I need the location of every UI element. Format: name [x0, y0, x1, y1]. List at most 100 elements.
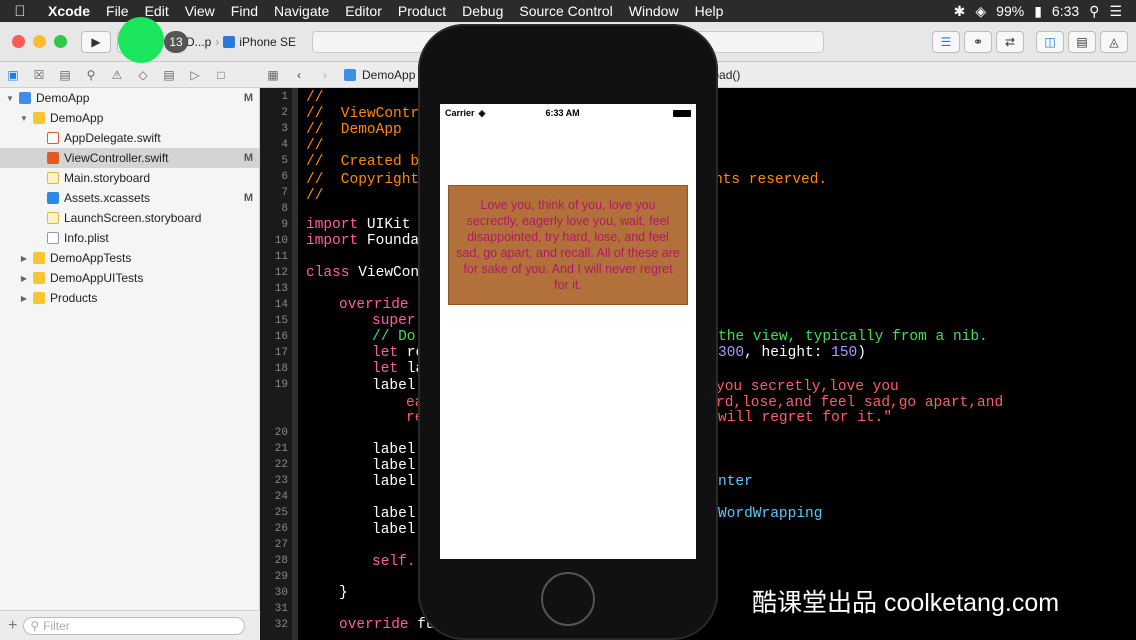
- tree-item-products-folder[interactable]: ▶ Products: [0, 288, 259, 308]
- test-navigator-icon[interactable]: ◇: [130, 68, 156, 82]
- code-line: override f: [339, 297, 426, 313]
- watermark-text: 酷课堂出品 coolketang.com: [752, 589, 1060, 617]
- code-line: // Do: [372, 329, 416, 345]
- ios-status-bar: Carrier ◈ 6:33 AM: [440, 104, 696, 122]
- code-line: super.: [372, 313, 425, 329]
- status-time: 6:33 AM: [545, 108, 580, 118]
- code-line: // ViewContr: [306, 106, 420, 122]
- menu-source-control[interactable]: Source Control: [511, 3, 620, 19]
- line-number: 31: [274, 603, 288, 615]
- add-icon[interactable]: +: [8, 617, 17, 635]
- menu-clock[interactable]: 6:33: [1052, 3, 1079, 19]
- demo-uilabel: Love you, think of you, love you secrect…: [448, 185, 688, 305]
- tree-item-uitests-folder[interactable]: ▶ DemoAppUITests: [0, 268, 259, 288]
- device-name: iPhone SE: [239, 35, 297, 49]
- disclosure-closed-icon[interactable]: ▶: [18, 254, 30, 263]
- tree-item-label: DemoAppTests: [50, 251, 132, 265]
- tree-item-demoapp-folder[interactable]: ▼ DemoApp: [0, 108, 259, 128]
- line-number: 20: [274, 427, 288, 439]
- toolbar-right-buttons: ☰ ⚭ ⇄ ◫ ▤ ◬: [932, 31, 1128, 53]
- line-number: 32: [274, 619, 288, 631]
- window-controls: [12, 35, 67, 48]
- disclosure-closed-icon[interactable]: ▶: [18, 274, 30, 283]
- battery-icon[interactable]: ▮: [1034, 3, 1042, 20]
- symbol-navigator-icon[interactable]: ▤: [52, 68, 78, 82]
- related-items-icon[interactable]: ▦: [260, 68, 286, 82]
- menu-window[interactable]: Window: [621, 3, 687, 19]
- tree-item-tests-folder[interactable]: ▶ DemoAppTests: [0, 248, 259, 268]
- line-number: 28: [274, 555, 288, 567]
- menu-find[interactable]: Find: [223, 3, 266, 19]
- menu-navigate[interactable]: Navigate: [266, 3, 337, 19]
- line-number: 21: [274, 443, 288, 455]
- line-number: 25: [274, 507, 288, 519]
- battery-icon: [673, 109, 691, 117]
- code-text: UIKit: [358, 217, 411, 233]
- code-text: ViewCont: [349, 265, 428, 281]
- line-number: 29: [274, 571, 288, 583]
- menu-help[interactable]: Help: [687, 3, 732, 19]
- debug-area-toggle-button[interactable]: ▤: [1068, 31, 1096, 53]
- minimize-window-button[interactable]: [33, 35, 46, 48]
- home-button[interactable]: [541, 572, 595, 626]
- tree-item-launchscreen[interactable]: LaunchScreen.storyboard: [0, 208, 259, 228]
- navigator-toggle-button[interactable]: ◫: [1036, 31, 1064, 53]
- assistant-editor-button[interactable]: ⚭: [964, 31, 992, 53]
- code-line: nter: [718, 474, 753, 490]
- apple-icon[interactable]: : [0, 3, 40, 20]
- project-navigator-folder-icon[interactable]: ▣: [0, 68, 26, 82]
- issue-navigator-warning-icon[interactable]: ⚠: [104, 68, 130, 82]
- version-editor-icon: ⇄: [1004, 35, 1016, 49]
- run-button[interactable]: ▶: [81, 30, 111, 53]
- menu-file[interactable]: File: [98, 3, 137, 19]
- tree-item-assets[interactable]: Assets.xcassets M: [0, 188, 259, 208]
- tree-item-main-storyboard[interactable]: Main.storyboard: [0, 168, 259, 188]
- menu-app-name[interactable]: Xcode: [40, 3, 98, 19]
- disclosure-closed-icon[interactable]: ▶: [18, 294, 30, 303]
- debug-navigator-icon[interactable]: ▤: [156, 68, 182, 82]
- source-control-navigator-icon[interactable]: ☒: [26, 68, 52, 82]
- utilities-toggle-button[interactable]: ◬: [1100, 31, 1128, 53]
- close-window-button[interactable]: [12, 35, 25, 48]
- code-line: label.: [372, 458, 425, 474]
- version-editor-button[interactable]: ⇄: [996, 31, 1024, 53]
- line-number: 6: [281, 171, 288, 183]
- line-number: 16: [274, 331, 288, 343]
- bluetooth-icon[interactable]: ✱: [954, 3, 966, 20]
- menu-product[interactable]: Product: [390, 3, 454, 19]
- scheme-name: D...p: [186, 35, 212, 49]
- find-navigator-icon[interactable]: ⚲: [78, 68, 104, 82]
- tree-item-info-plist[interactable]: Info.plist: [0, 228, 259, 248]
- notification-center-icon[interactable]: ☰: [1109, 3, 1122, 20]
- disclosure-open-icon[interactable]: ▼: [18, 114, 30, 123]
- tree-item-viewcontroller[interactable]: ViewController.swift M: [0, 148, 259, 168]
- disclosure-open-icon[interactable]: ▼: [4, 94, 16, 103]
- assistant-editor-icon: ⚭: [972, 35, 984, 49]
- play-icon: ▶: [91, 34, 101, 49]
- menu-view[interactable]: View: [177, 3, 223, 19]
- jumpbar-file[interactable]: DemoApp: [362, 68, 415, 82]
- tree-item-appdelegate[interactable]: AppDelegate.swift: [0, 128, 259, 148]
- back-chevron-icon[interactable]: ‹: [286, 68, 312, 82]
- code-text: ): [857, 345, 866, 361]
- tree-item-project[interactable]: ▼ DemoApp M: [0, 88, 259, 108]
- zoom-window-button[interactable]: [54, 35, 67, 48]
- wifi-icon[interactable]: ◈: [975, 3, 986, 20]
- spotlight-icon[interactable]: ⚲: [1089, 3, 1099, 20]
- report-navigator-icon[interactable]: □: [208, 68, 234, 82]
- forward-chevron-icon[interactable]: ›: [312, 68, 338, 82]
- line-number: 4: [281, 139, 288, 151]
- breakpoint-navigator-icon[interactable]: ▷: [182, 68, 208, 82]
- scheme-selector[interactable]: D...p › iPhone SE: [186, 31, 296, 53]
- line-number: 1: [281, 91, 288, 103]
- line-number: 10: [274, 235, 288, 247]
- filter-input[interactable]: ⚲ Filter: [23, 616, 246, 635]
- assets-icon: [47, 192, 59, 204]
- tree-item-label: AppDelegate.swift: [64, 131, 161, 145]
- menu-editor[interactable]: Editor: [337, 3, 390, 19]
- simulator-screen[interactable]: Carrier ◈ 6:33 AM Love you, think of you…: [440, 104, 696, 559]
- menu-debug[interactable]: Debug: [454, 3, 511, 19]
- battery-percent[interactable]: 99%: [996, 3, 1024, 19]
- standard-editor-button[interactable]: ☰: [932, 31, 960, 53]
- device-icon: [223, 36, 236, 48]
